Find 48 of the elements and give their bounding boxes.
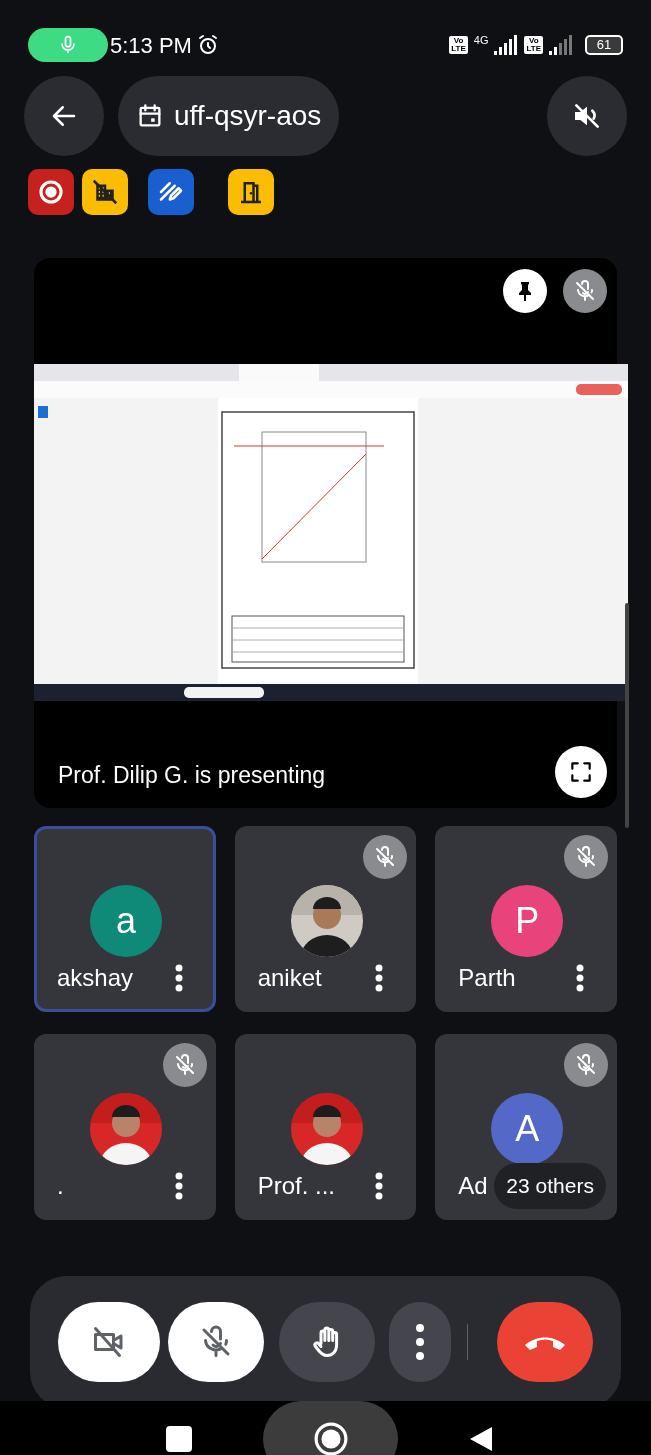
participant-tile[interactable]: . xyxy=(34,1034,216,1220)
mic-off-icon xyxy=(573,279,597,303)
presenter-caption: Prof. Dilip G. is presenting xyxy=(58,761,326,790)
record-icon xyxy=(36,177,66,207)
participant-tile[interactable]: aniket xyxy=(234,826,417,1012)
battery-level: 61 xyxy=(585,35,623,55)
mic-off-icon xyxy=(574,845,598,869)
record-button[interactable] xyxy=(28,169,74,215)
mic-off-icon xyxy=(574,1053,598,1077)
participant-tile[interactable]: P Parth xyxy=(435,826,617,1012)
participant-tile[interactable]: a akshay xyxy=(34,826,216,1012)
more-vert-icon xyxy=(415,1324,424,1360)
mic-icon xyxy=(58,35,78,55)
participant-name: aniket xyxy=(257,963,322,993)
signal-icon xyxy=(494,35,519,55)
crossed-building-icon xyxy=(90,177,120,207)
clock-time: 5:13 PM xyxy=(110,31,192,60)
network-type: 4G xyxy=(473,35,489,46)
back-triangle-icon xyxy=(468,1425,494,1453)
meeting-code-button[interactable]: uff-qsyr-aos xyxy=(118,76,340,156)
participant-tile[interactable]: A Ad 23 others xyxy=(435,1034,617,1220)
volte-badge: Vo LTE xyxy=(524,36,543,54)
volte-badge: Vo LTE xyxy=(449,36,468,54)
pencil-scribble-button[interactable] xyxy=(148,169,194,215)
others-chip[interactable]: 23 others xyxy=(494,1163,606,1209)
participant-name: Ad xyxy=(458,1171,488,1201)
door-button[interactable] xyxy=(228,169,274,215)
home-button[interactable] xyxy=(263,1401,398,1455)
mic-in-use-indicator[interactable] xyxy=(28,28,108,62)
avatar: A xyxy=(491,1093,564,1165)
participant-tile[interactable]: Prof. ... xyxy=(234,1034,417,1220)
more-vert-icon xyxy=(375,1172,384,1200)
fullscreen-button[interactable] xyxy=(555,746,607,798)
pin-button[interactable] xyxy=(503,269,547,313)
avatar: P xyxy=(491,885,564,957)
more-vert-icon xyxy=(174,964,183,992)
more-vert-icon xyxy=(375,964,384,992)
participant-name: Prof. ... xyxy=(257,1171,335,1201)
participant-name: Parth xyxy=(458,963,516,993)
participant-name: akshay xyxy=(57,963,134,993)
fullscreen-icon xyxy=(568,759,594,785)
crossed-building-button[interactable] xyxy=(82,169,128,215)
more-vert-icon xyxy=(576,964,584,992)
participant-name: . xyxy=(57,1171,64,1201)
more-vert-icon xyxy=(174,1172,183,1200)
signal-icon xyxy=(549,35,573,55)
back-nav-button[interactable] xyxy=(468,1425,494,1453)
avatar: a xyxy=(90,885,162,957)
